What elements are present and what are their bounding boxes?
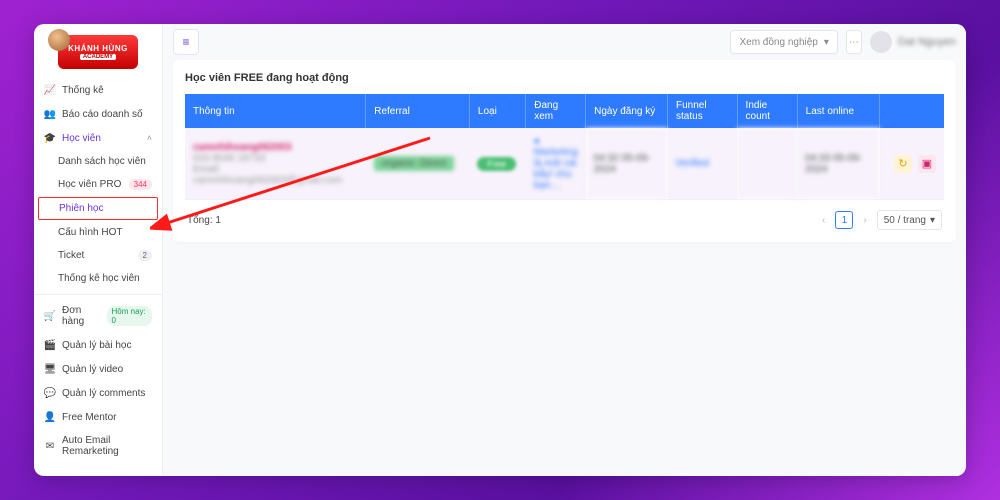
main-content: ≡ Xem đồng nghiệp ▾ ⋯ Dat Nguyen Học viê… xyxy=(163,24,966,476)
users-icon: 👥 xyxy=(44,108,56,120)
badge-count: 2 xyxy=(138,250,152,261)
page-prev[interactable]: ‹ xyxy=(818,215,829,226)
cell-last-online: 04:33 05-09-2024 xyxy=(797,128,880,200)
col-referral[interactable]: Referral xyxy=(366,94,470,128)
sub-student-pro[interactable]: Học viên PRO 344 xyxy=(34,173,162,196)
chart-icon: 📈 xyxy=(44,84,56,96)
cell-referral: organic: Direct xyxy=(366,128,470,200)
total-value: 1 xyxy=(215,215,221,226)
nav-orders[interactable]: 🛒 Đơn hàng Hôm nay: 0 xyxy=(34,299,162,333)
sub-ticket[interactable]: Ticket 2 xyxy=(34,244,162,267)
nav-sales-report[interactable]: 👥 Báo cáo doanh số xyxy=(34,102,162,126)
nav-label: Auto Email Remarketing xyxy=(62,435,152,457)
nav-free-mentor[interactable]: 👤 Free Mentor xyxy=(34,405,162,429)
sidebar-toggle-button[interactable]: ≡ xyxy=(173,29,199,55)
sub-student-stats[interactable]: Thống kê học viên xyxy=(34,267,162,290)
col-last-online[interactable]: Last online xyxy=(797,94,880,128)
nav-label: Báo cáo doanh số xyxy=(62,109,143,120)
col-type[interactable]: Loại xyxy=(469,94,525,128)
nav-students-submenu: Danh sách học viên Học viên PRO 344 Phiê… xyxy=(34,150,162,290)
delete-button[interactable]: ▣ xyxy=(918,155,936,173)
username: Dat Nguyen xyxy=(898,36,956,48)
logo-text-1: KHÁNH HÙNG xyxy=(68,44,128,53)
nav-auto-email[interactable]: ✉ Auto Email Remarketing xyxy=(34,429,162,463)
video-icon: 🎬 xyxy=(44,339,56,351)
cell-reg-date: 04:32 05-09-2024 xyxy=(586,128,668,200)
nav-lessons[interactable]: 🎬 Quản lý bài học xyxy=(34,333,162,357)
col-actions xyxy=(880,94,944,128)
sub-label: Danh sách học viên xyxy=(58,156,146,167)
sub-hot-config[interactable]: Cấu hình HOT xyxy=(34,221,162,244)
badge-count: 344 xyxy=(129,179,152,190)
nav-primary: 📈 Thống kê 👥 Báo cáo doanh số 🎓 Học viên… xyxy=(34,74,162,467)
nav-label: Đơn hàng xyxy=(62,305,101,327)
logo: KHÁNH HÙNG ACADEMY xyxy=(34,24,162,74)
cell-actions: ↻ ▣ xyxy=(880,128,944,200)
cell-funnel: Verified xyxy=(668,128,738,200)
sub-student-list[interactable]: Danh sách học viên xyxy=(34,150,162,173)
monitor-icon: 🖥 xyxy=(44,363,56,375)
col-watching[interactable]: Đang xem xyxy=(526,94,586,128)
cart-icon: 🛒 xyxy=(44,310,56,322)
student-icon: 🎓 xyxy=(44,132,56,144)
badge-today: Hôm nay: 0 xyxy=(107,306,153,326)
nav-label: Quản lý video xyxy=(62,364,123,375)
chevron-up-icon: ˄ xyxy=(147,133,152,143)
page-next[interactable]: › xyxy=(859,215,870,226)
sidebar: KHÁNH HÙNG ACADEMY 📈 Thống kê 👥 Báo cáo … xyxy=(34,24,163,476)
page-size-select[interactable]: 50 / trang ▾ xyxy=(877,210,942,230)
person-icon: 👤 xyxy=(44,411,56,423)
page-current[interactable]: 1 xyxy=(835,211,853,229)
nav-students[interactable]: 🎓 Học viên ˄ xyxy=(34,126,162,150)
cell-watching: ● Marketing là một cái bẫy! cho bạn… xyxy=(526,128,586,200)
nav-videos[interactable]: 🖥 Quản lý video xyxy=(34,357,162,381)
total-label: Tổng: xyxy=(187,215,213,226)
topbar: ≡ Xem đồng nghiệp ▾ ⋯ Dat Nguyen xyxy=(163,24,966,60)
table-footer: Tổng: 1 ‹ 1 › 50 / trang ▾ xyxy=(185,200,944,230)
sub-label: Thống kê học viên xyxy=(58,273,140,284)
comment-icon: 💬 xyxy=(44,387,56,399)
col-reg-date[interactable]: Ngày đăng ký xyxy=(586,94,668,128)
sub-label: Ticket xyxy=(58,250,84,261)
sub-label: Phiên học xyxy=(59,203,103,214)
sub-label: Cấu hình HOT xyxy=(58,227,122,238)
nav-label: Quản lý bài học xyxy=(62,340,132,351)
nav-comments[interactable]: 💬 Quản lý comments xyxy=(34,381,162,405)
colleagues-dropdown[interactable]: Xem đồng nghiệp ▾ xyxy=(730,30,837,54)
chevron-down-icon: ▾ xyxy=(824,37,829,48)
students-table: Thông tin Referral Loại Đang xem Ngày đă… xyxy=(185,94,944,200)
restore-button[interactable]: ↻ xyxy=(894,155,912,173)
nav-statistics[interactable]: 📈 Thống kê xyxy=(34,78,162,102)
nav-label: Free Mentor xyxy=(62,412,116,423)
nav-label: Quản lý comments xyxy=(62,388,145,399)
chevron-down-icon: ▾ xyxy=(930,215,935,226)
cell-info: camnhihoang062003 033 8046 18733 Email: … xyxy=(185,128,366,200)
table-row[interactable]: camnhihoang062003 033 8046 18733 Email: … xyxy=(185,128,944,200)
active-free-students-card: Học viên FREE đang hoạt động Thông tin R… xyxy=(173,60,956,242)
more-button[interactable]: ⋯ xyxy=(846,30,862,54)
cell-indie xyxy=(737,128,797,200)
col-indie[interactable]: Indie count xyxy=(737,94,797,128)
logo-text-2: ACADEMY xyxy=(80,54,116,60)
user-menu[interactable]: Dat Nguyen xyxy=(870,31,956,53)
nav-label: Học viên xyxy=(62,133,101,144)
sub-label: Học viên PRO xyxy=(58,179,121,190)
colleagues-label: Xem đồng nghiệp xyxy=(739,37,817,48)
cell-type: Free xyxy=(469,128,525,200)
col-info[interactable]: Thông tin xyxy=(185,94,366,128)
mail-icon: ✉ xyxy=(44,440,56,452)
col-funnel[interactable]: Funnel status xyxy=(668,94,738,128)
avatar xyxy=(870,31,892,53)
pagination: ‹ 1 › 50 / trang ▾ xyxy=(818,210,942,230)
card-title: Học viên FREE đang hoạt động xyxy=(185,72,944,84)
nav-label: Thống kê xyxy=(62,85,104,96)
sub-sessions[interactable]: Phiên học xyxy=(38,197,158,220)
